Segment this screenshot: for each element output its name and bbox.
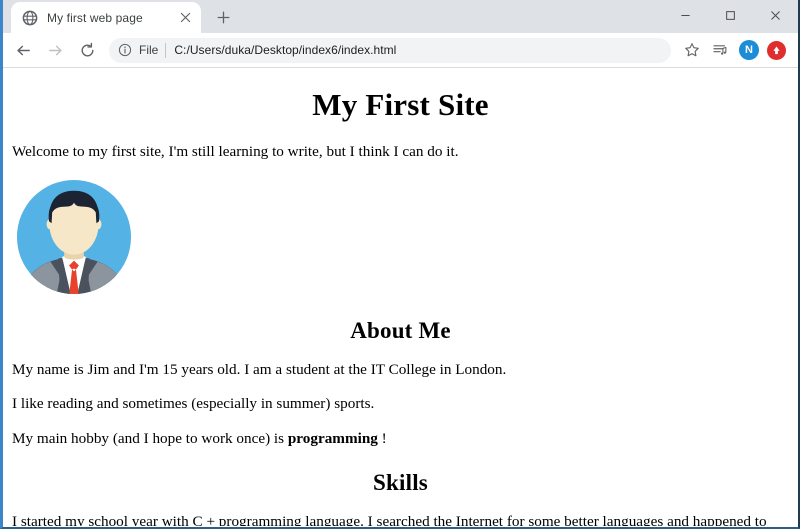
info-circle-icon[interactable] (118, 43, 133, 57)
text-run: My name is Jim and I'm 15 years old. I a… (12, 360, 507, 378)
skills-section: I started my school year with C + progra… (12, 513, 789, 526)
paragraph: I started my school year with C + progra… (12, 513, 789, 526)
text-run: I like reading and sometimes (especially… (12, 395, 375, 413)
new-tab-button[interactable] (209, 3, 237, 31)
tab-title: My first web page (47, 10, 143, 25)
text-run: ! (377, 429, 387, 447)
close-tab-icon[interactable] (177, 10, 193, 26)
tab-strip: My first web page (3, 0, 798, 33)
minimize-button[interactable] (663, 0, 708, 31)
omnibox-divider (165, 42, 167, 58)
about-me-section: My name is Jim and I'm 15 years old. I a… (12, 361, 789, 449)
paragraph: My main hobby (and I hope to work once) … (12, 430, 789, 449)
page-viewport: My First Site Welcome to my first site, … (3, 68, 798, 526)
browser-tab[interactable]: My first web page (11, 2, 201, 33)
globe-icon (22, 10, 38, 26)
text-run: I started my school year with C + progra… (12, 513, 767, 526)
text-run: My main hobby (and I hope to work once) … (12, 429, 288, 447)
browser-toolbar: File C:/Users/duka/Desktop/index6/index.… (3, 33, 798, 68)
section-heading: About Me (350, 317, 451, 343)
maximize-button[interactable] (708, 0, 753, 31)
forward-button[interactable] (41, 36, 69, 64)
bold-text-run: programming (287, 429, 378, 447)
browser-window: My first web page File C:/Users/duka/Des… (0, 0, 800, 529)
url-text: C:/Users/duka/Desktop/index6/index.html (174, 43, 397, 57)
reload-button[interactable] (73, 36, 101, 64)
section-heading: Skills (373, 470, 428, 496)
url-scheme-label: File (139, 43, 159, 57)
reading-list-icon[interactable] (707, 37, 733, 63)
page-title: My First Site (312, 87, 489, 122)
extension-icon[interactable] (767, 40, 786, 60)
close-window-button[interactable] (753, 0, 798, 31)
paragraph: I like reading and sometimes (especially… (12, 395, 789, 414)
window-controls (663, 0, 798, 31)
intro-paragraph: Welcome to my first site, I'm still lear… (12, 143, 459, 160)
address-bar[interactable]: File C:/Users/duka/Desktop/index6/index.… (109, 37, 671, 63)
profile-avatar[interactable]: N (739, 40, 759, 60)
star-icon[interactable] (679, 37, 705, 63)
paragraph: My name is Jim and I'm 15 years old. I a… (12, 361, 789, 380)
back-button[interactable] (9, 36, 37, 64)
businessman-avatar (16, 179, 132, 294)
